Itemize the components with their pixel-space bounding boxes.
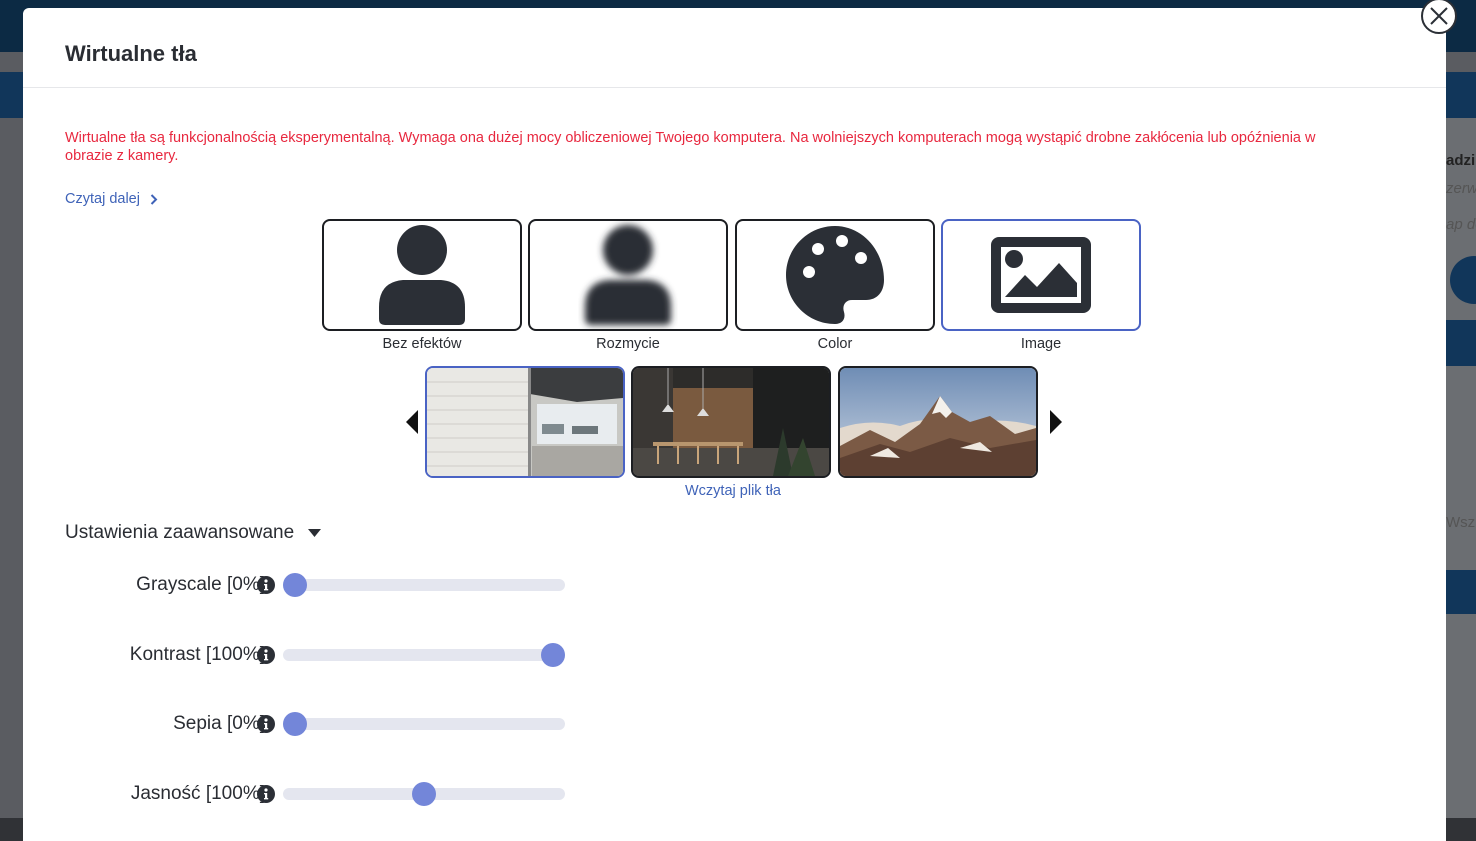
slider-thumb[interactable] — [541, 643, 565, 667]
carousel-prev-arrow-icon[interactable] — [406, 410, 419, 434]
info-icon[interactable] — [257, 646, 275, 664]
slider-row-brightness: Jasność [100%] — [65, 779, 585, 809]
background-right-band — [1446, 320, 1476, 366]
close-icon — [1430, 7, 1448, 25]
background-text: zerw — [1446, 180, 1476, 197]
blurred-user-icon — [585, 225, 671, 325]
slider-thumb[interactable] — [283, 573, 307, 597]
info-icon[interactable] — [257, 785, 275, 803]
background-thumbnail-office[interactable] — [425, 366, 625, 478]
option-label: Color — [817, 336, 853, 352]
slider-label: Jasność [100%] — [130, 783, 265, 804]
carousel-next-arrow-icon[interactable] — [1049, 410, 1062, 434]
background-text: Wsz — [1446, 514, 1476, 531]
user-icon — [379, 225, 465, 325]
background-thumbnail-mountains[interactable] — [838, 366, 1038, 478]
virtual-backgrounds-modal: Wirtualne tła Wirtualne tła są funkcjona… — [23, 8, 1446, 841]
kitchen-image — [633, 368, 829, 476]
upload-background-link[interactable]: Wczytaj plik tła — [685, 483, 781, 499]
advanced-settings-toggle[interactable]: Ustawienia zaawansowane — [65, 522, 322, 544]
background-right-band — [1446, 570, 1476, 614]
read-more-link[interactable]: Czytaj dalej — [65, 191, 158, 207]
option-image[interactable] — [941, 219, 1141, 331]
read-more-label: Czytaj dalej — [65, 191, 140, 207]
palette-icon — [786, 226, 884, 324]
background-text: adzi — [1446, 152, 1476, 169]
slider-thumb[interactable] — [283, 712, 307, 736]
option-color[interactable] — [735, 219, 935, 331]
advanced-settings-label: Ustawienia zaawansowane — [65, 522, 295, 543]
option-label: Image — [1020, 336, 1062, 352]
info-icon[interactable] — [257, 576, 275, 594]
option-no-effect[interactable] — [322, 219, 522, 331]
option-label: Bez efektów — [382, 336, 462, 352]
slider-track[interactable] — [283, 782, 565, 806]
chevron-right-icon — [150, 193, 158, 205]
office-image — [427, 368, 623, 476]
slider-row-contrast: Kontrast [100%] — [65, 640, 585, 670]
slider-track[interactable] — [283, 643, 565, 667]
option-label: Rozmycie — [596, 336, 660, 352]
modal-title: Wirtualne tła — [65, 41, 197, 66]
slider-track[interactable] — [283, 573, 565, 597]
slider-label: Kontrast [100%] — [129, 644, 265, 665]
background-thumbnail-kitchen[interactable] — [631, 366, 831, 478]
option-blur[interactable] — [528, 219, 728, 331]
experimental-warning: Wirtualne tła są funkcjonalnością eksper… — [65, 130, 1316, 164]
modal-header: Wirtualne tła — [23, 8, 1446, 88]
slider-row-grayscale: Grayscale [0%] — [65, 570, 585, 600]
background-text: ap do — [1446, 216, 1476, 233]
slider-track[interactable] — [283, 712, 565, 736]
image-icon — [991, 237, 1091, 313]
slider-label: Grayscale [0%] — [136, 574, 265, 595]
slider-row-sepia: Sepia [0%] — [65, 709, 585, 739]
slider-label: Sepia [0%] — [173, 713, 265, 734]
caret-down-icon — [308, 529, 322, 537]
slider-thumb[interactable] — [412, 782, 436, 806]
info-icon[interactable] — [257, 715, 275, 733]
mountains-image — [840, 368, 1036, 476]
